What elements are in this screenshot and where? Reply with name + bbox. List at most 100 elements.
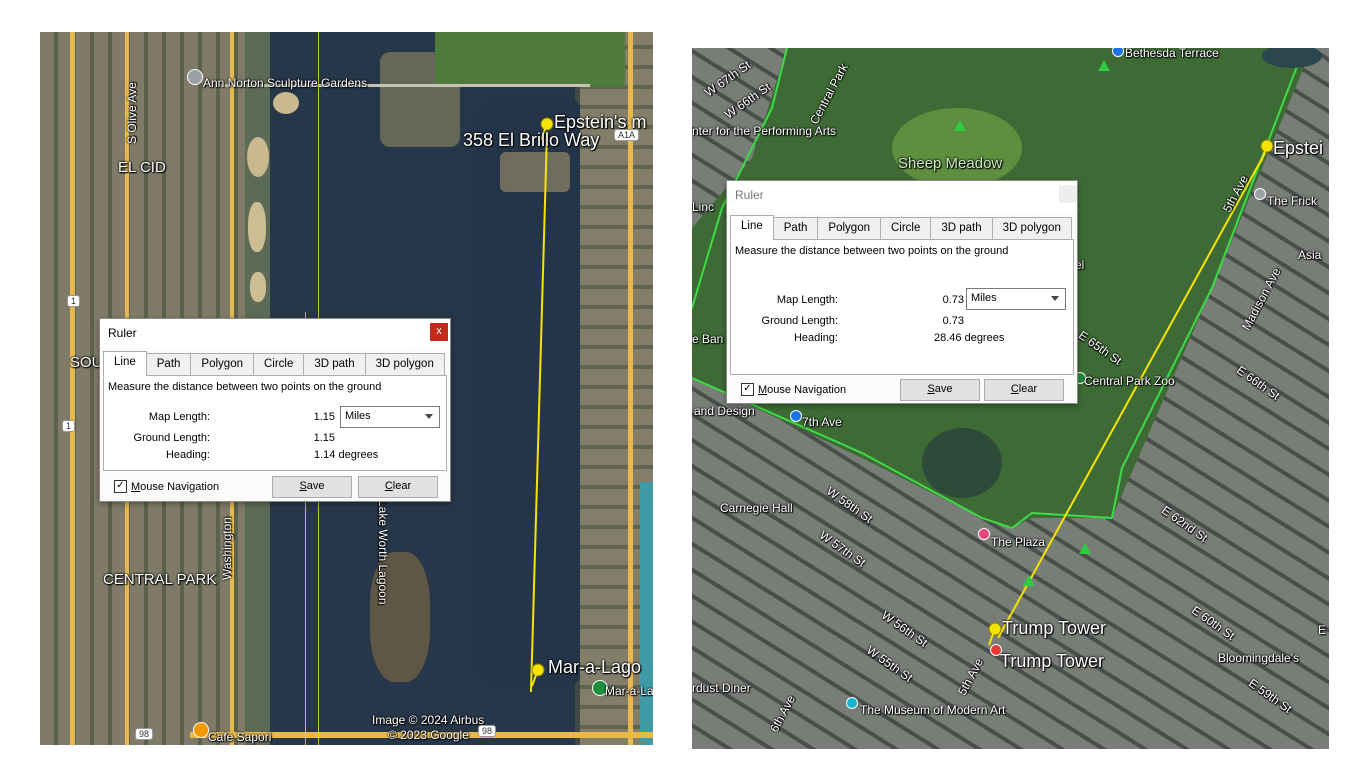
image-credit: Image © 2024 Airbus <box>372 713 485 727</box>
label-central-park: CENTRAL PARK <box>103 571 217 588</box>
tab-path[interactable]: Path <box>145 353 192 375</box>
label-diner: rdust Diner <box>692 681 751 695</box>
label-asia: Asia <box>1298 248 1322 262</box>
save-button[interactable]: Save <box>900 379 980 401</box>
ruler-titlebar[interactable]: Ruler x <box>100 319 450 347</box>
tab-polygon[interactable]: Polygon <box>190 353 254 375</box>
ground-length-label: Ground Length: <box>761 315 838 327</box>
label-south: SOU <box>70 354 103 371</box>
ruler-panel: Measure the distance between two points … <box>103 375 447 471</box>
tab-3d-polygon[interactable]: 3D polygon <box>991 217 1072 239</box>
label-lake-worth: Lake Worth Lagoon <box>376 500 390 605</box>
save-button[interactable]: Save <box>272 476 352 498</box>
route-98-shield-a: 98 <box>135 728 154 740</box>
tab-3d-path[interactable]: 3D path <box>930 217 993 239</box>
ruler-description: Measure the distance between two points … <box>735 245 1009 257</box>
mouse-navigation-label: Mouse Navigation <box>131 481 219 493</box>
tab-3d-path[interactable]: 3D path <box>303 353 366 375</box>
label-ban: e Ban <box>692 332 724 346</box>
tab-line[interactable]: Line <box>103 351 147 377</box>
label-and-design: and Design <box>694 404 755 418</box>
label-olive-ave: S Olive Ave <box>125 82 139 144</box>
map-length-value: 0.73 <box>942 294 964 306</box>
unit-select-value: Miles <box>971 292 997 304</box>
ground-length-value: 0.73 <box>942 315 964 327</box>
park-tree-icon <box>954 120 966 131</box>
ruler-titlebar[interactable]: Ruler <box>727 181 1077 211</box>
label-bethesda: Bethesda Terrace <box>1125 48 1219 60</box>
label-seventh-ave: 7th Ave <box>802 415 842 429</box>
ruler-description: Measure the distance between two points … <box>108 381 382 393</box>
mouse-navigation-checkbox[interactable]: ✓ <box>114 480 127 493</box>
unit-select[interactable]: Miles <box>966 288 1066 310</box>
tab-circle[interactable]: Circle <box>879 217 932 239</box>
route-1-shield-b: 1 <box>62 420 76 432</box>
mouse-nav-accel: M <box>758 384 768 396</box>
park-tree-icon <box>1098 60 1110 71</box>
placemark-pin-mar-a-lago[interactable] <box>528 662 546 688</box>
label-e-edge: E <box>1318 623 1327 637</box>
label-sculpture-gardens: Ann Norton Sculpture Gardens <box>203 76 368 90</box>
clear-text: lear <box>1018 383 1038 395</box>
mouse-nav-text: ouse Navigation <box>767 384 847 396</box>
tab-line[interactable]: Line <box>730 215 774 241</box>
label-trump-tower-2: Trump Tower <box>1000 651 1105 671</box>
clear-button[interactable]: Clear <box>984 379 1064 401</box>
tab-circle[interactable]: Circle <box>252 353 305 375</box>
save-text: ave <box>934 383 953 395</box>
copyright: © 2023 Google <box>388 728 469 742</box>
map-length-label: Map Length: <box>148 411 210 423</box>
save-accel: S <box>299 480 307 492</box>
label-carnegie: Carnegie Hall <box>720 501 793 515</box>
clear-button[interactable]: Clear <box>358 476 438 498</box>
tab-3d-polygon[interactable]: 3D polygon <box>364 353 445 375</box>
label-epstein-nyc: Epstei <box>1273 138 1324 158</box>
heading-value: 1.14 degrees <box>314 449 379 461</box>
label-washington: Washington <box>220 517 234 580</box>
mouse-nav-accel: M <box>131 481 141 493</box>
label-sheep-meadow: Sheep Meadow <box>898 155 1003 172</box>
heading-label: Heading: <box>165 449 210 461</box>
cafe-poi-icon[interactable] <box>193 722 209 738</box>
subway-poi-icon[interactable] <box>790 410 802 422</box>
label-trump-tower-1: Trump Tower <box>1002 618 1107 638</box>
ruler-dialog-left[interactable]: Ruler x Line Path Polygon Circle 3D path… <box>99 318 451 502</box>
chevron-down-icon <box>425 414 433 419</box>
map-length-label: Map Length: <box>776 294 838 306</box>
ruler-panel: Measure the distance between two points … <box>730 239 1074 375</box>
label-moma: The Museum of Modern Art <box>860 703 1006 717</box>
mouse-navigation-checkbox[interactable]: ✓ <box>741 383 754 396</box>
ruler-tabs: Line Path Polygon Circle 3D path 3D poly… <box>730 215 1074 241</box>
moma-poi-icon[interactable] <box>846 697 858 709</box>
label-el-cid: EL CID <box>118 159 166 176</box>
heading-value: 28.46 degrees <box>934 332 1005 344</box>
frick-poi-icon[interactable] <box>1254 188 1266 200</box>
park-pond <box>922 428 1002 498</box>
mouse-nav-text: ouse Navigation <box>140 481 220 493</box>
tab-polygon[interactable]: Polygon <box>817 217 881 239</box>
heading-label: Heading: <box>793 332 838 344</box>
label-bloomingdales: Bloomingdale's <box>1218 651 1300 665</box>
close-icon[interactable] <box>1059 185 1077 203</box>
mouse-navigation-label: Mouse Navigation <box>758 384 846 396</box>
label-frick: The Frick <box>1267 194 1318 208</box>
gardens-poi-icon[interactable] <box>187 69 203 85</box>
tab-path[interactable]: Path <box>772 217 819 239</box>
unit-select[interactable]: Miles <box>340 406 440 428</box>
label-mar-a-lago: Mar-a-Lago <box>548 657 642 677</box>
plaza-poi-icon[interactable] <box>978 528 990 540</box>
close-icon[interactable]: x <box>430 323 448 341</box>
ground-length-label: Ground Length: <box>133 432 210 444</box>
route-98-shield-b: 98 <box>478 725 497 737</box>
map-length-value: 1.15 <box>313 411 335 423</box>
ruler-title: Ruler <box>735 188 764 202</box>
label-plaza: The Plaza <box>991 535 1046 549</box>
ruler-dialog-right[interactable]: Ruler Line Path Polygon Circle 3D path 3… <box>726 180 1078 404</box>
clear-accel: C <box>1010 383 1019 395</box>
chevron-down-icon <box>1051 296 1059 301</box>
label-mar-a-lago-small: Mar-a-La <box>605 684 653 698</box>
label-cafe-sapori: Cafe Sapori <box>208 730 272 744</box>
a1a-shield: A1A <box>614 129 640 141</box>
ruler-tabs: Line Path Polygon Circle 3D path 3D poly… <box>103 351 447 377</box>
label-zoo: Central Park Zoo <box>1084 374 1175 388</box>
